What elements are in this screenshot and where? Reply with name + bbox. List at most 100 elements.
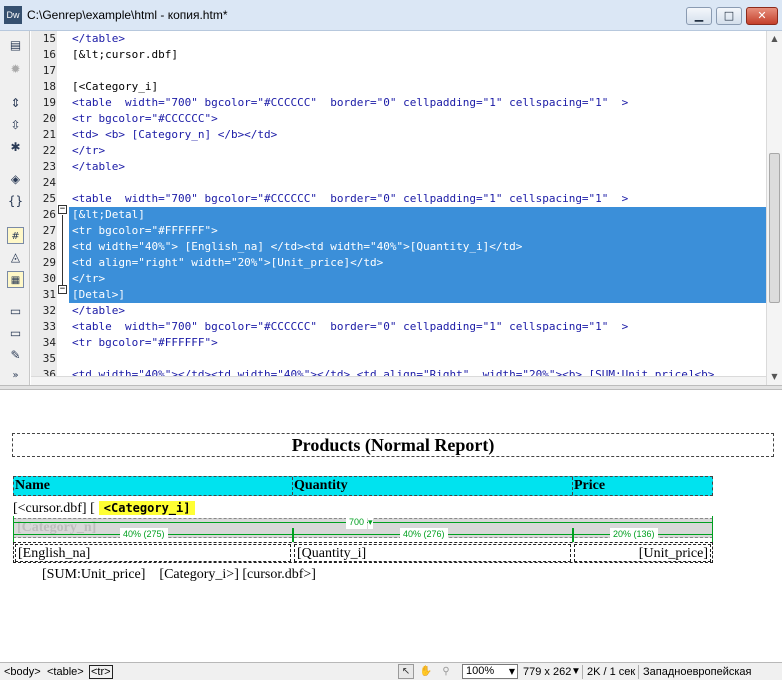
line-numbers-icon[interactable]: # <box>7 227 24 244</box>
close-button[interactable]: ✕ <box>746 7 778 25</box>
report-title-box[interactable]: Products (Normal Report) <box>12 433 774 457</box>
separator <box>638 665 639 679</box>
report-title: Products (Normal Report) <box>291 435 495 455</box>
gear-icon[interactable]: ✹ <box>7 61 24 78</box>
scroll-thumb[interactable] <box>769 153 780 303</box>
line-number: 24 <box>42 176 56 189</box>
design-view[interactable]: Products (Normal Report) Name Quantity P… <box>0 390 782 662</box>
code-line[interactable] <box>69 175 766 191</box>
zoom-select[interactable]: 100% ▼ <box>462 664 518 679</box>
code-line[interactable]: <tr bgcolor="#FFFFFF"> <box>69 223 766 239</box>
hand-tool-icon[interactable]: ✋ <box>418 664 434 679</box>
code-line[interactable]: <td> <b> [Category_n] </b></td> <box>69 127 766 143</box>
dreamweaver-app-icon: Dw <box>4 6 22 24</box>
more-icon[interactable]: » <box>7 367 24 384</box>
line-number: 31 <box>42 288 56 301</box>
line-number: 23 <box>42 160 56 173</box>
code-line[interactable]: <table width="700" bgcolor="#CCCCCC" bor… <box>69 191 766 207</box>
code-line[interactable]: </table> <box>69 303 766 319</box>
code-line[interactable]: [&lt;cursor.dbf] <box>69 47 766 63</box>
line-number: 34 <box>42 336 56 349</box>
line-number: 17 <box>42 64 56 77</box>
apply-comment-icon[interactable]: ▭ <box>7 303 24 320</box>
wrap-tag-icon[interactable]: ✎ <box>7 347 24 364</box>
line-number: 16 <box>42 48 56 61</box>
line-number: 18 <box>42 80 56 93</box>
line-number: 21 <box>42 128 56 141</box>
detail-cell-quantity[interactable]: [Quantity_i] <box>294 544 571 562</box>
header-quantity: Quantity <box>293 477 573 495</box>
code-line[interactable]: </table> <box>69 159 766 175</box>
code-folding-column: − − <box>57 31 69 376</box>
file-management-icon[interactable]: ▤ <box>7 37 24 54</box>
status-bar: <body> <table> <tr> ↖ ✋ ⚲ 100% ▼ 779 x 2… <box>0 662 782 680</box>
line-number: 35 <box>42 352 56 365</box>
header-row[interactable]: Name Quantity Price <box>13 476 713 496</box>
column-width-indicator[interactable]: 20% (136) <box>573 528 713 542</box>
zoom-tool-icon[interactable]: ⚲ <box>438 664 454 679</box>
minimize-button[interactable]: ▁ <box>686 7 712 25</box>
line-number: 20 <box>42 112 56 125</box>
code-line[interactable]: [<Category_i] <box>69 79 766 95</box>
separator <box>582 665 583 679</box>
code-line[interactable]: <td width="40%"> [English_na] </td><td w… <box>69 239 766 255</box>
line-number: 19 <box>42 96 56 109</box>
code-line[interactable]: <tr bgcolor="#CCCCCC"> <box>69 111 766 127</box>
code-vertical-scrollbar[interactable]: ▲ ▼ <box>766 31 782 385</box>
code-editor[interactable]: </table> [&lt;cursor.dbf] [<Category_i] <ta… <box>69 31 766 376</box>
maximize-button[interactable]: □ <box>716 7 742 25</box>
cursor-loop-prefix: [<cursor.dbf] [ <box>13 501 95 516</box>
minimize-icon: ▁ <box>694 9 704 22</box>
maximize-icon: □ <box>723 9 735 22</box>
expand-tag-icon[interactable]: ⇕ <box>7 95 24 112</box>
code-line[interactable]: </table> <box>69 31 766 47</box>
code-line[interactable] <box>69 63 766 79</box>
tag-selector-table[interactable]: <table> <box>47 665 84 679</box>
code-line[interactable]: <tr bgcolor="#FFFFFF"> <box>69 335 766 351</box>
header-price: Price <box>574 478 606 493</box>
code-line[interactable] <box>69 351 766 367</box>
line-number: 32 <box>42 304 56 317</box>
column-width-indicator[interactable]: 40% (276) <box>293 528 573 542</box>
fold-collapse-icon[interactable]: − <box>58 205 67 214</box>
code-line[interactable]: <table width="700" bgcolor="#CCCCCC" bor… <box>69 319 766 335</box>
code-line[interactable]: <td align="right" width="20%">[Unit_pric… <box>69 255 766 271</box>
code-line[interactable]: <td width="40%"></td><td width="40%"></t… <box>69 367 766 376</box>
select-parent-icon[interactable]: ◈ <box>7 171 24 188</box>
fold-collapse-icon[interactable]: − <box>58 285 67 294</box>
collapse-tag-icon[interactable]: ⇳ <box>7 117 24 134</box>
chevron-down-icon: ▼ <box>571 666 581 677</box>
code-line[interactable]: </tr> <box>69 143 766 159</box>
code-line[interactable]: <table width="700" bgcolor="#CCCCCC" bor… <box>69 95 766 111</box>
line-number: 15 <box>42 32 56 45</box>
collapse-all-icon[interactable]: ✱ <box>7 139 24 156</box>
code-horizontal-scrollbar[interactable] <box>31 376 766 385</box>
code-line[interactable]: [&lt;Detal] <box>69 207 766 223</box>
code-line[interactable]: </tr> <box>69 271 766 287</box>
detail-cell-english-name[interactable]: [English_na] <box>15 544 291 562</box>
detail-row[interactable]: [English_na] [Quantity_i] [Unit_price] <box>13 542 713 563</box>
tag-selector-tr[interactable]: <tr> <box>89 665 113 679</box>
column-width-indicator[interactable]: 40% (275) <box>13 528 293 542</box>
detail-cell-unit-price[interactable]: [Unit_price] <box>574 544 711 562</box>
column-width-label: 40% (275) <box>120 528 168 541</box>
column-width-label: 20% (136) <box>610 528 658 541</box>
code-line[interactable]: [Detal>] <box>69 287 766 303</box>
column-width-label: 40% (276) <box>400 528 448 541</box>
line-number: 28 <box>42 240 56 253</box>
syntax-coloring-icon[interactable]: ▦ <box>7 271 24 288</box>
balance-braces-icon[interactable]: {} <box>7 193 24 210</box>
encoding: Западноевропейская <box>643 666 752 678</box>
line-number: 30 <box>42 272 56 285</box>
scroll-down-icon[interactable]: ▼ <box>767 369 782 385</box>
remove-comment-icon[interactable]: ▭ <box>7 325 24 342</box>
line-number: 27 <box>42 224 56 237</box>
select-tool-icon[interactable]: ↖ <box>398 664 414 679</box>
sum-line[interactable]: [SUM:Unit_price] [Category_i>] [cursor.d… <box>42 566 316 584</box>
window-size[interactable]: 779 x 262 <box>523 665 571 679</box>
category-tag[interactable]: <Category_i] <box>98 501 196 515</box>
chevron-down-icon: ▼ <box>508 667 515 676</box>
tag-selector-body[interactable]: <body> <box>4 665 41 679</box>
scroll-up-icon[interactable]: ▲ <box>767 31 782 47</box>
highlight-invalid-icon[interactable]: ◬ <box>7 249 24 266</box>
